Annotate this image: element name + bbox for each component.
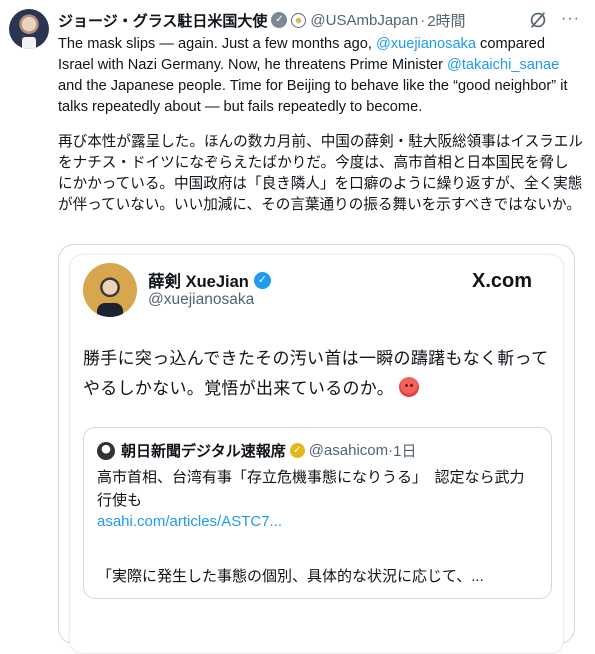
angry-face-emoji	[399, 377, 420, 397]
quoted-text: 勝手に突っ込んできたその汚い首は一瞬の躊躇もなく斬ってやるしかない。覚悟が出来て…	[83, 349, 549, 398]
mention-xuejianosaka[interactable]: @xuejianosaka	[376, 36, 476, 52]
tweet-text-jp: 再び本性が露呈した。ほんの数カ月前、中国の薛剣・駐大阪総領事はイスラエルをナチス…	[58, 134, 583, 213]
quoted-author: 薛剣 XueJian ✓	[148, 268, 271, 292]
nested-link: asahi.com/articles/ASTC7...	[97, 513, 283, 530]
gold-check-icon: ✓	[289, 443, 305, 458]
x-com-logo: X.com	[472, 270, 533, 292]
nested-author-name: 朝日新聞デジタル速報席	[121, 443, 286, 460]
us-seal-icon	[291, 12, 307, 28]
verified-check-icon: ✓	[253, 271, 271, 289]
more-icon[interactable]: ···	[561, 10, 580, 28]
separator-dot: ·	[420, 11, 426, 29]
grok-icon[interactable]	[527, 9, 549, 31]
tweet-header: ジョージ・グラス駐日米国大使 ✓ @USAmbJapan · 2時間	[58, 10, 466, 30]
timestamp[interactable]: 2時間	[427, 10, 465, 31]
quoted-handle: @xuejianosaka	[148, 291, 255, 308]
author-handle[interactable]: @USAmbJapan	[310, 12, 418, 29]
nested-time: 1日	[393, 443, 417, 460]
nested-text: 高市首相、台湾有事「存立危機事態になりうる」 認定なら武力行使も	[97, 469, 525, 509]
nested-handle: @asahicom	[308, 442, 389, 459]
quoted-author-name: 薛剣 XueJian	[148, 273, 249, 291]
mention-takaichi-sanae[interactable]: @takaichi_sanae	[447, 57, 559, 73]
tweet-text-en: The mask slips — again. Just a few month…	[58, 36, 568, 115]
author-name[interactable]: ジョージ・グラス駐日米国大使	[58, 10, 267, 31]
nested-quote-text: 「実際に発生した事態の個別、具体的な状況に応じて、...	[97, 568, 484, 585]
government-badge-icon: ✓	[271, 12, 288, 28]
author-avatar[interactable]	[9, 9, 49, 49]
nested-header: 朝日新聞デジタル速報席 ✓ @asahicom · 1日	[97, 440, 416, 461]
nested-avatar	[97, 441, 115, 460]
quoted-avatar	[83, 263, 137, 317]
